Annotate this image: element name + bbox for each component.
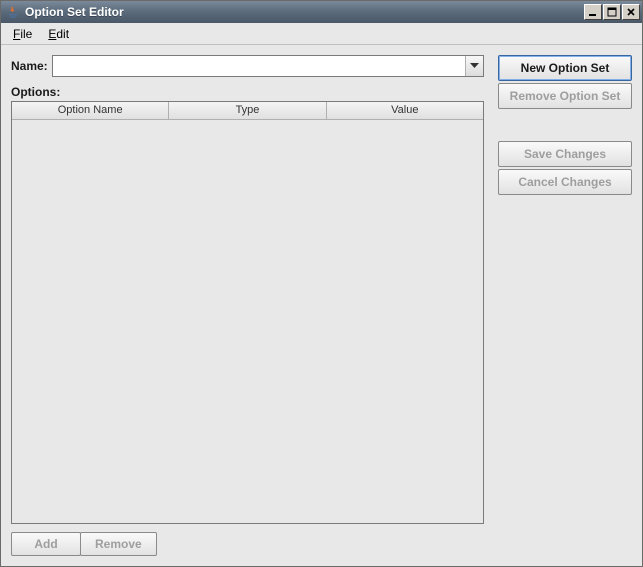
maximize-button[interactable] [603, 4, 621, 20]
menu-edit-rest: dit [56, 27, 69, 41]
minimize-icon [588, 7, 598, 17]
button-group-gap [498, 111, 632, 139]
menu-file-rest: ile [20, 27, 32, 41]
column-value[interactable]: Value [327, 102, 483, 120]
close-button[interactable] [622, 4, 640, 20]
new-option-set-button[interactable]: New Option Set [498, 55, 632, 81]
menu-file[interactable]: File [5, 25, 40, 43]
table-body[interactable] [12, 120, 483, 523]
options-label: Options: [11, 85, 484, 99]
options-table: Option Name Type Value [11, 101, 484, 524]
table-header: Option Name Type Value [12, 102, 483, 120]
add-button[interactable]: Add [11, 532, 81, 556]
java-icon [5, 4, 21, 20]
remove-option-set-button[interactable]: Remove Option Set [498, 83, 632, 109]
titlebar: Option Set Editor [1, 1, 642, 23]
cancel-changes-button[interactable]: Cancel Changes [498, 169, 632, 195]
name-row: Name: [11, 55, 484, 77]
save-changes-button[interactable]: Save Changes [498, 141, 632, 167]
window-title: Option Set Editor [25, 5, 583, 19]
menubar: File Edit [1, 23, 642, 45]
minimize-button[interactable] [584, 4, 602, 20]
column-type[interactable]: Type [169, 102, 326, 120]
maximize-icon [607, 7, 617, 17]
name-label: Name: [11, 59, 48, 73]
window-controls [583, 4, 640, 20]
name-input[interactable] [53, 56, 465, 76]
name-combobox[interactable] [52, 55, 484, 77]
close-icon [626, 7, 636, 17]
menu-edit[interactable]: Edit [40, 25, 77, 43]
right-pane: New Option Set Remove Option Set Save Ch… [498, 55, 632, 556]
content-area: Name: Options: Option Name Type Value [1, 45, 642, 566]
left-pane: Name: Options: Option Name Type Value [11, 55, 484, 556]
column-option-name[interactable]: Option Name [12, 102, 169, 120]
table-buttons: Add Remove [11, 532, 484, 556]
name-dropdown-button[interactable] [465, 56, 483, 76]
remove-button[interactable]: Remove [80, 532, 157, 556]
window-frame: Option Set Editor File Edit Name: [0, 0, 643, 567]
chevron-down-icon [470, 63, 479, 69]
